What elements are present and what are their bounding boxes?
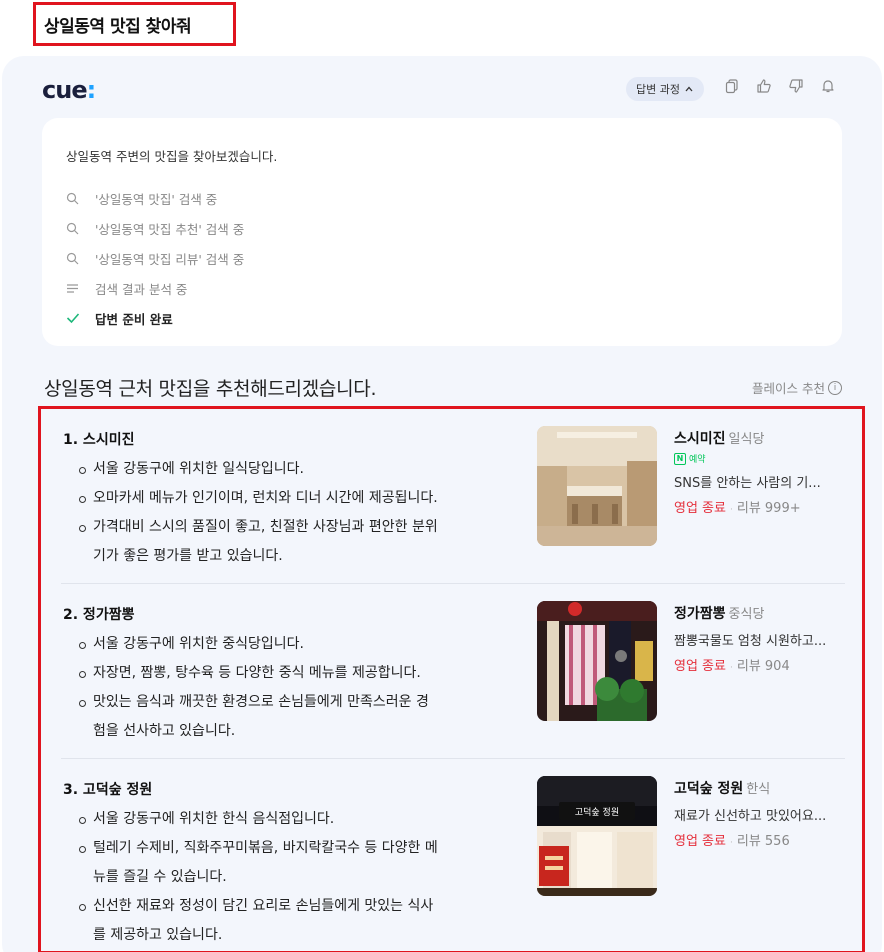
step-item: '상일동역 맛집 리뷰' 검색 중 (66, 243, 818, 273)
step-text: '상일동역 맛집' 검색 중 (95, 191, 218, 207)
bullet-item: 가격대비 스시의 품질이 좋고, 친절한 사장님과 편안한 분위 기가 좋은 평가… (79, 513, 519, 571)
review-count: 리뷰 904 (736, 659, 790, 674)
reservation-badge[interactable]: N 예약 (674, 452, 849, 465)
place-category: 한식 (746, 782, 771, 797)
bullet-item: 서울 강동구에 위치한 일식당입니다. (79, 455, 519, 484)
restaurant-photo[interactable]: 고덕숲 정원 (537, 776, 657, 896)
place-name[interactable]: 정가짬뽕 중식당 (674, 603, 849, 623)
search-steps-panel: 상일동역 주변의 맛집을 찾아보겠습니다. '상일동역 맛집' 검색 중 '상일… (42, 118, 842, 346)
result-bullets: 서울 강동구에 위치한 일식당입니다. 오마카세 메뉴가 인기이며, 런치와 디… (79, 455, 519, 571)
step-item: '상일동역 맛집' 검색 중 (66, 183, 818, 213)
place-name[interactable]: 스시미진 일식당 (674, 428, 849, 448)
user-query: 상일동역 맛집 찾아줘 (44, 16, 192, 37)
search-icon (66, 252, 82, 265)
place-info[interactable]: 고덕숲 정원 한식 재료가 신선하고 맛있어요... 영업 종료 · 리뷰 556 (674, 778, 849, 849)
place-info[interactable]: 정가짬뽕 중식당 짬뽕국물도 엄청 시원하고... 영업 종료 · 리뷰 904 (674, 603, 849, 674)
bullet-item: 서울 강동구에 위치한 한식 음식점입니다. (79, 805, 519, 834)
place-status: 영업 종료 · 리뷰 904 (674, 659, 790, 674)
result-bullets: 서울 강동구에 위치한 한식 음식점입니다. 털레기 수제비, 직화주꾸미볶음,… (79, 805, 519, 950)
restaurant-photo[interactable] (537, 426, 657, 546)
answer-title: 상일동역 근처 맛집을 추천해드리겠습니다. (44, 378, 377, 400)
bullet-item: 서울 강동구에 위치한 중식당입니다. (79, 630, 519, 659)
business-status: 영업 종료 (674, 501, 726, 516)
place-category: 중식당 (728, 607, 765, 622)
place-status: 영업 종료 · 리뷰 556 (674, 834, 790, 849)
answer-card: cue: 답변 과정 상일동역 주변의 맛집을 찾아보겠습니다. '상일동역 맛… (2, 56, 882, 952)
info-icon[interactable]: i (828, 380, 842, 395)
sign-text: 고덕숲 정원 (575, 807, 619, 818)
answer-toolbar (724, 78, 836, 94)
chevron-up-icon (685, 86, 693, 92)
business-status: 영업 종료 (674, 834, 726, 849)
step-item: 검색 결과 분석 중 (66, 273, 818, 303)
step-text: '상일동역 맛집 리뷰' 검색 중 (95, 251, 245, 267)
bullet-item: 털레기 수제비, 직화주꾸미볶음, 바지락칼국수 등 다양한 메 뉴를 즐길 수 … (79, 834, 519, 892)
place-reco-label: 플레이스 추천 (752, 381, 825, 396)
restaurant-photo[interactable] (537, 601, 657, 721)
bullet-item: 자장면, 짬뽕, 탕수육 등 다양한 중식 메뉴를 제공합니다. (79, 659, 519, 688)
step-item: '상일동역 맛집 추천' 검색 중 (66, 213, 818, 243)
review-snippet: 재료가 신선하고 맛있어요... (674, 809, 827, 824)
bullet-item: 신선한 재료와 정성이 담긴 요리로 손님들에게 맛있는 식사 를 제공하고 있습… (79, 892, 519, 950)
step-text: 답변 준비 완료 (95, 311, 173, 327)
answer-process-toggle[interactable]: 답변 과정 (626, 77, 704, 101)
results-highlight-box: 1. 스시미진 서울 강동구에 위치한 일식당입니다. 오마카세 메뉴가 인기이… (38, 406, 865, 952)
process-toggle-label: 답변 과정 (636, 83, 680, 96)
place-category: 일식당 (728, 432, 765, 447)
result-title: 1. 스시미진 (63, 432, 135, 448)
cue-logo: cue: (42, 76, 96, 104)
step-text: '상일동역 맛집 추천' 검색 중 (95, 221, 245, 237)
result-bullets: 서울 강동구에 위치한 중식당입니다. 자장면, 짬뽕, 탕수육 등 다양한 중… (79, 630, 519, 746)
naver-reserve-icon: N (674, 452, 686, 465)
thumbs-up-icon[interactable] (756, 78, 772, 94)
review-count: 리뷰 556 (736, 834, 790, 849)
place-status: 영업 종료 · 리뷰 999+ (674, 501, 801, 516)
place-reco-link[interactable]: 플레이스 추천 i (752, 378, 842, 397)
bell-icon[interactable] (820, 78, 836, 94)
result-title: 2. 정가짬뽕 (63, 607, 135, 623)
copy-icon[interactable] (724, 78, 740, 94)
result-item: 1. 스시미진 서울 강동구에 위치한 일식당입니다. 오마카세 메뉴가 인기이… (61, 409, 845, 584)
steps-intro: 상일동역 주변의 맛집을 찾아보겠습니다. (66, 149, 278, 164)
business-status: 영업 종료 (674, 659, 726, 674)
review-snippet: SNS를 안하는 사람의 기... (674, 476, 821, 491)
list-icon (66, 282, 82, 295)
query-highlight-box: 상일동역 맛집 찾아줘 (33, 2, 236, 46)
step-item-done: 답변 준비 완료 (66, 303, 818, 333)
search-icon (66, 192, 82, 205)
bullet-item: 오마카세 메뉴가 인기이며, 런치와 디너 시간에 제공됩니다. (79, 484, 519, 513)
search-icon (66, 222, 82, 235)
step-text: 검색 결과 분석 중 (95, 281, 188, 297)
check-icon (66, 312, 82, 324)
review-snippet: 짬뽕국물도 엄청 시원하고... (674, 634, 827, 649)
result-item: 2. 정가짬뽕 서울 강동구에 위치한 중식당입니다. 자장면, 짬뽕, 탕수육… (61, 584, 845, 759)
thumbs-down-icon[interactable] (788, 78, 804, 94)
result-item: 3. 고덕숲 정원 서울 강동구에 위치한 한식 음식점입니다. 털레기 수제비… (61, 759, 845, 951)
result-title: 3. 고덕숲 정원 (63, 782, 153, 798)
place-info[interactable]: 스시미진 일식당 N 예약 SNS를 안하는 사람의 기... 영업 종료 · 리뷰 9… (674, 428, 849, 516)
bullet-item: 맛있는 음식과 깨끗한 환경으로 손님들에게 만족스러운 경 험을 선사하고 있습… (79, 688, 519, 746)
place-name[interactable]: 고덕숲 정원 한식 (674, 778, 849, 798)
review-count: 리뷰 999+ (736, 501, 801, 516)
